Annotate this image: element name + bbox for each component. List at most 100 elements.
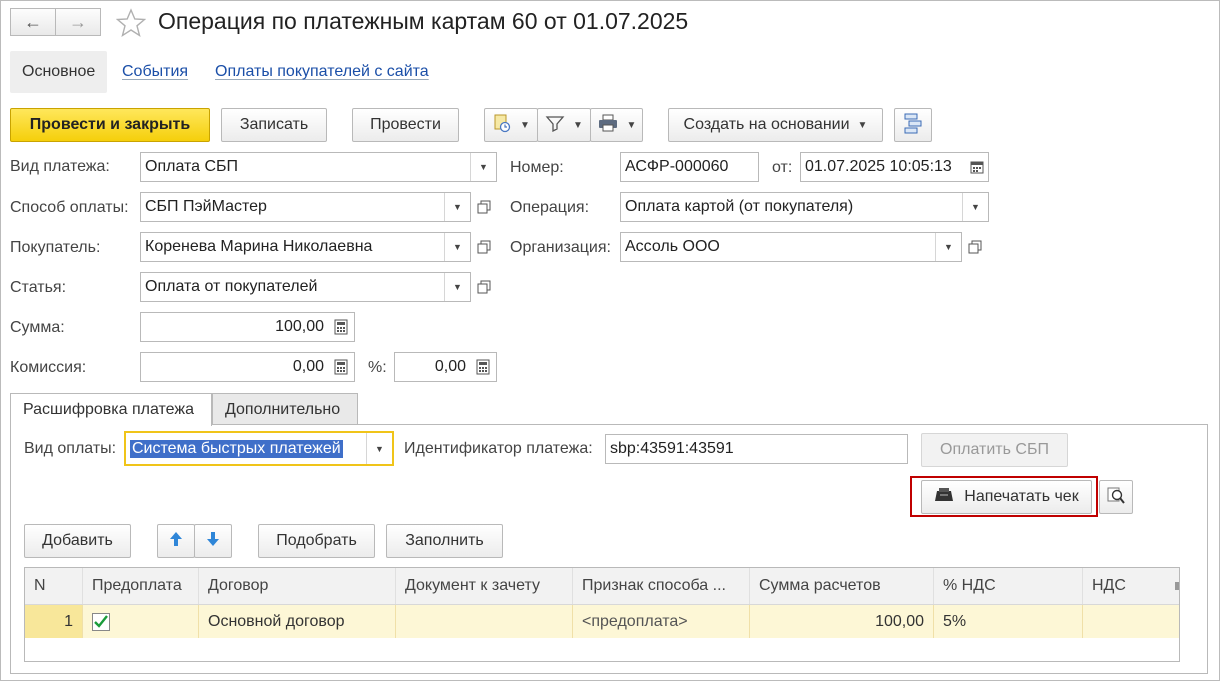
open-icon[interactable] <box>963 232 987 262</box>
number-field[interactable]: АСФР-000060 <box>620 152 759 182</box>
cell-vat-rate[interactable]: 5% <box>934 605 1083 638</box>
percent-field[interactable]: 0,00 <box>394 352 497 382</box>
cell-payment-sign[interactable]: <предоплата> <box>573 605 750 638</box>
commission-field[interactable]: 0,00 <box>140 352 355 382</box>
post-button[interactable]: Провести <box>352 108 459 142</box>
create-based-on-button[interactable]: Создать на основании ▼ <box>668 108 883 142</box>
buyer-field[interactable]: Коренева Марина Николаевна ▼ <box>140 232 471 262</box>
structure-button[interactable]: ▼ <box>484 108 538 142</box>
article-field[interactable]: Оплата от покупателей ▼ <box>140 272 471 302</box>
commission-value: 0,00 <box>292 358 324 375</box>
cash-register-icon <box>934 487 954 508</box>
tab-events[interactable]: События <box>110 51 200 93</box>
scroll-indicator <box>1175 582 1179 590</box>
column-header-contract[interactable]: Договор <box>199 568 396 604</box>
date-field[interactable]: 01.07.2025 10:05:13 <box>800 152 989 182</box>
cell-prepayment[interactable] <box>83 605 199 638</box>
payment-method-field[interactable]: СБП ПэйМастер ▼ <box>140 192 471 222</box>
organization-label: Организация: <box>510 239 611 256</box>
printer-icon <box>597 113 619 138</box>
arrow-right-icon: → <box>69 11 87 32</box>
arrow-up-icon <box>169 531 183 552</box>
dropdown-arrow-icon[interactable]: ▼ <box>935 233 961 261</box>
tab-site-payments[interactable]: Оплаты покупателей с сайта <box>203 51 441 93</box>
forward-button[interactable]: → <box>55 8 101 36</box>
commission-label: Комиссия: <box>10 359 87 376</box>
cell-offset-doc[interactable] <box>396 605 573 638</box>
open-icon[interactable] <box>472 272 496 302</box>
column-header-vat-rate[interactable]: % НДС <box>934 568 1083 604</box>
article-label: Статья: <box>10 279 67 296</box>
cell-contract[interactable]: Основной договор <box>199 605 396 638</box>
pay-kind-value: Система быстрых платежей <box>130 439 343 458</box>
organization-field[interactable]: Ассоль ООО ▼ <box>620 232 962 262</box>
favorite-star-icon[interactable] <box>115 8 147 38</box>
chevron-down-icon: ▼ <box>857 119 868 131</box>
print-receipt-button[interactable]: Напечатать чек <box>921 480 1092 514</box>
dropdown-arrow-icon[interactable]: ▼ <box>444 193 470 221</box>
dropdown-arrow-icon[interactable]: ▼ <box>962 193 988 221</box>
move-down-button[interactable] <box>194 524 232 558</box>
amount-field[interactable]: 100,00 <box>140 312 355 342</box>
cell-vat[interactable] <box>1083 605 1179 638</box>
print-button[interactable]: ▼ <box>590 108 643 142</box>
tab-additional[interactable]: Дополнительно <box>212 393 358 425</box>
number-label: Номер: <box>510 159 564 176</box>
calculator-icon[interactable] <box>470 353 496 381</box>
dropdown-arrow-icon[interactable]: ▼ <box>366 433 392 464</box>
payment-type-field[interactable]: Оплата СБП ▼ <box>140 152 497 182</box>
percent-value: 0,00 <box>434 358 466 375</box>
save-button[interactable]: Записать <box>221 108 327 142</box>
pay-sbp-button[interactable]: Оплатить СБП <box>921 433 1068 467</box>
page-title: Операция по платежным картам 60 от 01.07… <box>158 8 689 34</box>
date-value: 01.07.2025 10:05:13 <box>805 158 952 175</box>
cell-sum[interactable]: 100,00 <box>750 605 934 638</box>
buyer-value: Коренева Марина Николаевна <box>145 238 373 255</box>
back-button[interactable]: ← <box>10 8 56 36</box>
dropdown-arrow-icon[interactable]: ▼ <box>444 233 470 261</box>
post-and-close-button[interactable]: Провести и закрыть <box>10 108 210 142</box>
print-receipt-label: Напечатать чек <box>964 488 1079 505</box>
column-header-offset-doc[interactable]: Документ к зачету <box>396 568 573 604</box>
column-header-payment-sign[interactable]: Признак способа ... <box>573 568 750 604</box>
column-header-sum[interactable]: Сумма расчетов <box>750 568 934 604</box>
tab-payment-breakdown[interactable]: Расшифровка платежа <box>10 393 212 426</box>
tab-main[interactable]: Основное <box>10 51 108 93</box>
pay-kind-field[interactable]: Система быстрых платежей ▼ <box>124 431 394 466</box>
operation-field[interactable]: Оплата картой (от покупателя) ▼ <box>620 192 989 222</box>
operation-label: Операция: <box>510 199 590 216</box>
fill-button[interactable]: Заполнить <box>386 524 503 558</box>
dropdown-arrow-icon[interactable]: ▼ <box>470 153 496 181</box>
cell-n[interactable]: 1 <box>25 605 83 638</box>
open-icon[interactable] <box>472 192 496 222</box>
payment-method-value: СБП ПэйМастер <box>145 198 267 215</box>
checkbox[interactable] <box>92 612 110 631</box>
pay-kind-value-wrap: Система быстрых платежей <box>126 439 366 458</box>
number-value: АСФР-000060 <box>625 158 729 175</box>
column-header-n[interactable]: N <box>25 568 83 604</box>
open-icon[interactable] <box>472 232 496 262</box>
buyer-label: Покупатель: <box>10 239 101 256</box>
pick-button[interactable]: Подобрать <box>258 524 375 558</box>
calendar-icon[interactable] <box>966 153 988 181</box>
calculator-icon[interactable] <box>328 353 354 381</box>
move-up-button[interactable] <box>157 524 195 558</box>
payment-id-field[interactable]: sbp:43591:43591 <box>605 434 908 464</box>
column-header-vat[interactable]: НДС <box>1083 568 1179 604</box>
chevron-down-icon: ▼ <box>573 119 583 131</box>
column-header-prepayment[interactable]: Предоплата <box>83 568 199 604</box>
calculator-icon[interactable] <box>328 313 354 341</box>
organization-value: Ассоль ООО <box>625 238 720 255</box>
date-label: от: <box>772 159 793 176</box>
percent-label: %: <box>368 359 387 376</box>
payment-method-label: Способ оплаты: <box>10 199 129 216</box>
amount-label: Сумма: <box>10 319 65 336</box>
filter-button[interactable]: ▼ <box>537 108 591 142</box>
chevron-down-icon: ▼ <box>520 119 530 131</box>
dropdown-arrow-icon[interactable]: ▼ <box>444 273 470 301</box>
create-based-on-label: Создать на основании <box>683 116 850 133</box>
add-button[interactable]: Добавить <box>24 524 131 558</box>
chevron-down-icon: ▼ <box>626 119 637 131</box>
related-docs-button[interactable] <box>894 108 932 142</box>
receipt-preview-button[interactable] <box>1099 480 1133 514</box>
